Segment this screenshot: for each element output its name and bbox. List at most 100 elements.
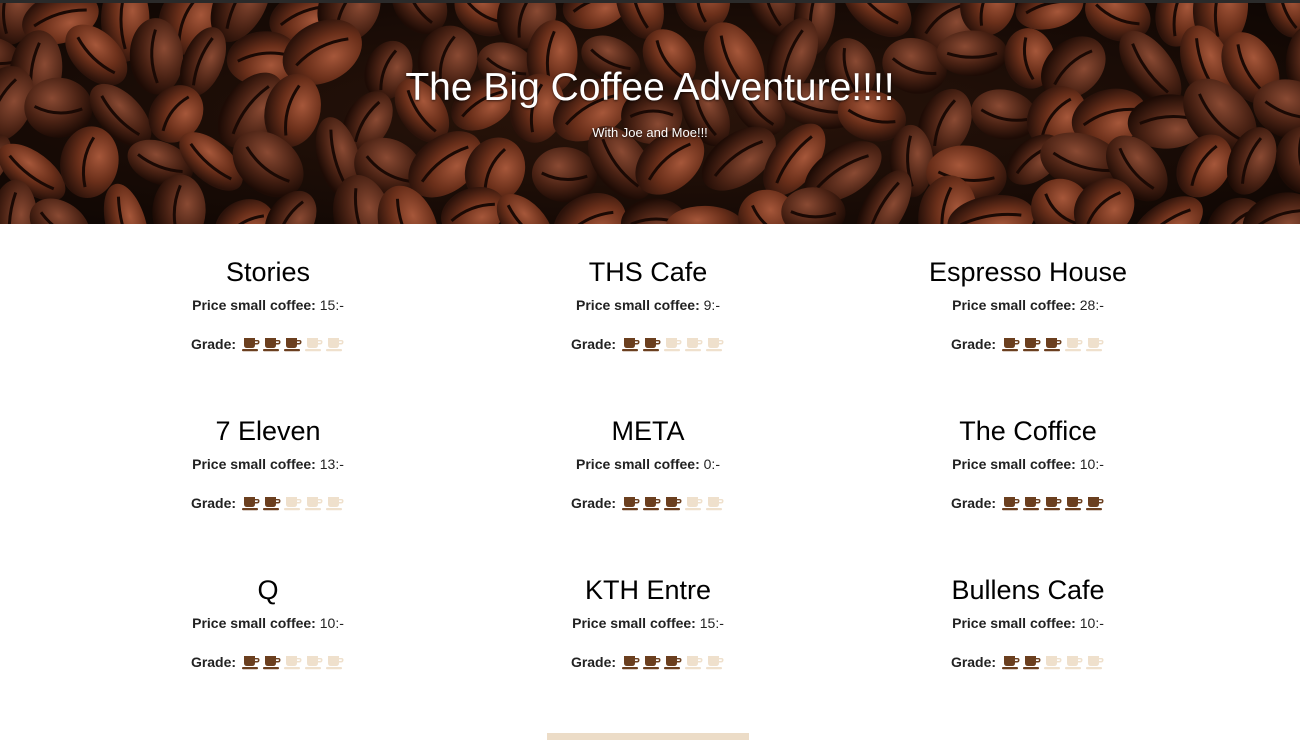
cafe-name: Espresso House: [928, 257, 1128, 287]
coffee-cup-icon: [685, 497, 703, 511]
price-label: Price small coffee:: [952, 615, 1076, 631]
coffee-cup-icon: [664, 656, 682, 670]
price-label: Price small coffee:: [952, 456, 1076, 472]
price-value: 0:-: [703, 456, 720, 472]
price-label: Price small coffee:: [192, 297, 316, 313]
grade-cups: [1002, 336, 1105, 352]
page-title: The Big Coffee Adventure!!!!: [405, 66, 895, 109]
cafe-grade: Grade:: [78, 653, 458, 671]
cafe-name: Bullens Cafe: [951, 575, 1105, 605]
cafe-name: META: [611, 416, 685, 446]
coffee-cup-icon: [1065, 338, 1083, 352]
grade-cups: [622, 654, 725, 670]
price-value: 13:-: [319, 456, 344, 472]
price-value: 15:-: [699, 615, 724, 631]
cafe-card: Stories Price small coffee: 15:- Grade:: [78, 256, 458, 353]
grade-cups: [622, 495, 725, 511]
coffee-cup-icon: [622, 497, 640, 511]
grade-cups: [242, 336, 345, 352]
price-value: 28:-: [1079, 297, 1104, 313]
coffee-cup-icon: [1065, 497, 1083, 511]
coffee-cup-icon: [305, 497, 323, 511]
grade-label: Grade:: [950, 495, 997, 511]
coffee-cup-icon: [263, 656, 281, 670]
hero-banner: The Big Coffee Adventure!!!! With Joe an…: [0, 0, 1300, 224]
coffee-cup-icon: [706, 497, 724, 511]
cafe-card: META Price small coffee: 0:- Grade:: [458, 415, 838, 512]
cafe-grade: Grade:: [458, 494, 838, 512]
cafe-grade: Grade:: [458, 335, 838, 353]
cafe-card: Q Price small coffee: 10:- Grade:: [78, 574, 458, 671]
coffee-cup-icon: [1002, 338, 1020, 352]
cafe-price: Price small coffee: 10:-: [838, 456, 1218, 472]
cafe-price: Price small coffee: 13:-: [78, 456, 458, 472]
cafe-card: THS Cafe Price small coffee: 9:- Grade:: [458, 256, 838, 353]
cafe-grade: Grade:: [838, 653, 1218, 671]
coffee-cup-icon: [305, 656, 323, 670]
price-label: Price small coffee:: [576, 297, 700, 313]
grade-cups: [1002, 495, 1105, 511]
coffee-cup-icon: [1086, 338, 1104, 352]
cafe-name: 7 Eleven: [215, 416, 321, 446]
coffee-cup-icon: [242, 497, 260, 511]
price-label: Price small coffee:: [576, 456, 700, 472]
coffee-cup-icon: [326, 497, 344, 511]
coffee-cup-icon: [242, 656, 260, 670]
cafe-price: Price small coffee: 15:-: [458, 615, 838, 631]
cafe-card: 7 Eleven Price small coffee: 13:- Grade:: [78, 415, 458, 512]
cafe-price: Price small coffee: 0:-: [458, 456, 838, 472]
grade-label: Grade:: [570, 654, 617, 670]
cafe-grade: Grade:: [78, 335, 458, 353]
coffee-cup-icon: [622, 656, 640, 670]
grade-label: Grade:: [570, 495, 617, 511]
price-value: 10:-: [1079, 456, 1104, 472]
cafe-grade: Grade:: [458, 653, 838, 671]
coffee-cup-icon: [284, 338, 302, 352]
grade-label: Grade:: [190, 654, 237, 670]
bottom-bar: [547, 733, 749, 740]
price-label: Price small coffee:: [192, 615, 316, 631]
grade-cups: [622, 336, 725, 352]
coffee-cup-icon: [1023, 338, 1041, 352]
coffee-cup-icon: [643, 656, 661, 670]
price-value: 15:-: [319, 297, 344, 313]
coffee-cup-icon: [664, 338, 682, 352]
coffee-cup-icon: [622, 338, 640, 352]
coffee-cup-icon: [284, 497, 302, 511]
price-label: Price small coffee:: [192, 456, 316, 472]
grade-cups: [1002, 654, 1105, 670]
grade-label: Grade:: [190, 336, 237, 352]
coffee-cup-icon: [706, 338, 724, 352]
coffee-cup-icon: [326, 338, 344, 352]
coffee-cup-icon: [643, 338, 661, 352]
coffee-cup-icon: [263, 497, 281, 511]
coffee-cup-icon: [284, 656, 302, 670]
coffee-cup-icon: [1023, 497, 1041, 511]
price-value: 9:-: [703, 297, 720, 313]
cafe-price: Price small coffee: 10:-: [838, 615, 1218, 631]
cafe-price: Price small coffee: 10:-: [78, 615, 458, 631]
price-label: Price small coffee:: [952, 297, 1076, 313]
coffee-cup-icon: [685, 338, 703, 352]
coffee-cup-icon: [1044, 497, 1062, 511]
cafe-card: Bullens Cafe Price small coffee: 10:- Gr…: [838, 574, 1218, 671]
coffee-cup-icon: [1002, 656, 1020, 670]
coffee-cup-icon: [263, 338, 281, 352]
coffee-cup-icon: [1065, 656, 1083, 670]
price-label: Price small coffee:: [572, 615, 696, 631]
cafe-grade: Grade:: [838, 335, 1218, 353]
cafe-name: THS Cafe: [588, 257, 708, 287]
grade-label: Grade:: [950, 654, 997, 670]
grade-label: Grade:: [570, 336, 617, 352]
cafe-name: Q: [257, 575, 279, 605]
grade-label: Grade:: [190, 495, 237, 511]
cafe-name: Stories: [225, 257, 311, 287]
coffee-cup-icon: [305, 338, 323, 352]
coffee-cup-icon: [706, 656, 724, 670]
coffee-cup-icon: [1002, 497, 1020, 511]
coffee-cup-icon: [1086, 656, 1104, 670]
coffee-cup-icon: [326, 656, 344, 670]
cafe-name: The Coffice: [959, 416, 1097, 446]
cafe-grade: Grade:: [838, 494, 1218, 512]
coffee-cup-icon: [1086, 497, 1104, 511]
